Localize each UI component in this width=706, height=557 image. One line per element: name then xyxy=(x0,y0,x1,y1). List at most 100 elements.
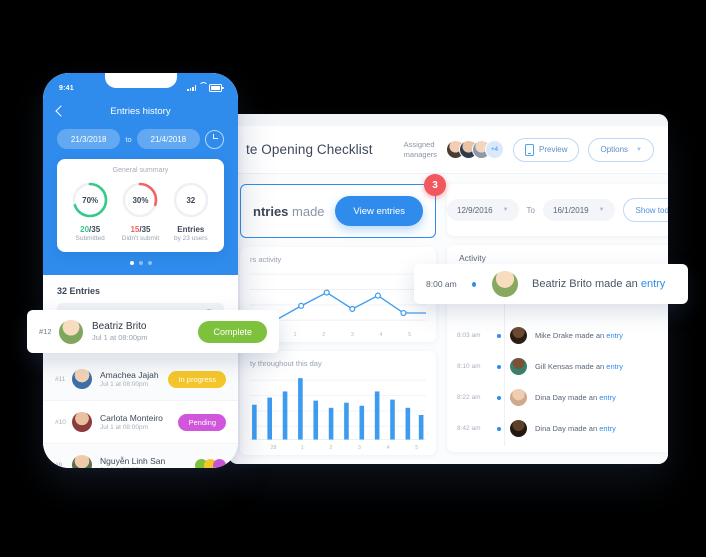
show-today-button[interactable]: Show today xyxy=(622,198,668,222)
x-tick: 5 xyxy=(408,332,412,339)
avatar xyxy=(72,455,92,468)
timeline-dot-icon xyxy=(497,426,501,431)
entry-number: #11 xyxy=(55,375,66,383)
activity-entry-link[interactable]: entry xyxy=(599,424,616,433)
entry-number: #12 xyxy=(39,327,52,336)
status-badge-complete[interactable]: Complete xyxy=(198,320,267,343)
list-item[interactable]: #10 Carlota Monteiro Jul 1 at 08:00pm Pe… xyxy=(43,401,238,444)
timeline-dot-icon xyxy=(472,281,476,287)
activity-action: made an xyxy=(572,331,607,340)
phone-date-range-row: 21/3/2018 to 21/4/2018 xyxy=(43,123,238,159)
carousel-dot[interactable] xyxy=(138,261,143,265)
avatar xyxy=(59,319,83,344)
entries-made-card: ntries made View entries 3 xyxy=(240,174,446,238)
activity-row[interactable]: 8:42 am Dina Day made an entry xyxy=(447,413,668,444)
highlighted-activity-row[interactable]: 8:00 am Beatriz Brito made an entry xyxy=(414,264,688,304)
avatar xyxy=(72,412,92,432)
timeline-dot-icon xyxy=(497,333,501,338)
avatar xyxy=(492,271,518,297)
x-tick xyxy=(338,445,352,451)
phone-entries-list-section: 32 Entries #11 Amachea Jajah Jul 1 at 08… xyxy=(43,275,238,468)
app-content: ntries made View entries 3 rs activity 1… xyxy=(228,174,668,456)
summary-value-rest: /35 xyxy=(89,225,101,234)
x-tick: 3 xyxy=(350,332,354,339)
date-from-select[interactable]: 12/9/2016 ▼ xyxy=(447,199,519,221)
highlighted-entry-row[interactable]: #12 Beatriz Brito Jul 1 at 08:00pm Compl… xyxy=(27,310,279,353)
avatar xyxy=(510,327,527,344)
summary-item-entries: 32 Entries by 23 users xyxy=(166,180,216,242)
phone-device: 9:41 Entries history 21/3/2018 to 21/4/2… xyxy=(43,73,238,468)
x-tick: 2 xyxy=(329,445,333,452)
activity-action: made an xyxy=(591,278,641,290)
activity-entry-link[interactable]: entry xyxy=(599,393,616,402)
chevron-down-icon: ▼ xyxy=(598,207,605,213)
activity-user-name: Dina Day xyxy=(535,393,566,402)
x-tick xyxy=(309,445,323,451)
assigned-managers-avatars[interactable]: +4 xyxy=(446,140,505,159)
activity-throughout-day-chart-card: ty throughout this day 28 1 2 3 4 5 xyxy=(240,351,436,456)
carousel-dot[interactable] xyxy=(147,261,152,265)
activity-row[interactable]: 8:03 am Mike Drake made an entry xyxy=(447,320,668,351)
activity-row[interactable]: 8:10 am Gill Kensas made an entry xyxy=(447,351,668,382)
clock-icon[interactable] xyxy=(205,129,225,149)
activity-time: 8:22 am xyxy=(457,394,481,401)
status-chips xyxy=(195,458,226,468)
summary-item-didnt-submit: 30% 15/35 Didn't submit xyxy=(115,180,165,242)
summary-item-submitted: 70% 20/35 Submitted xyxy=(65,180,115,242)
activity-text: Beatriz Brito made an entry xyxy=(532,278,665,290)
x-tick: 2 xyxy=(322,332,326,339)
entry-info: Beatriz Brito Jul 1 at 08:00pm xyxy=(92,321,147,342)
status-badge: In progress xyxy=(168,370,226,388)
status-chip-purple xyxy=(213,458,226,468)
activity-time: 8:03 am xyxy=(457,332,481,339)
activity-time: 8:10 am xyxy=(457,363,481,370)
activity-throughout-day-chart-title: ty throughout this day xyxy=(250,359,322,369)
activity-user-name: Mike Drake xyxy=(535,331,573,340)
activity-entry-link[interactable]: entry xyxy=(606,362,623,371)
summary-sub-label: by 23 users xyxy=(174,235,208,242)
general-summary-title: General summary xyxy=(112,167,169,174)
date-range-to-label: To xyxy=(526,205,535,215)
options-button[interactable]: Options ▼ xyxy=(588,137,654,162)
activity-action: made an xyxy=(565,393,600,402)
donut-chart-didnt-submit: 30% xyxy=(120,180,160,220)
list-item[interactable]: #9 Nguyễn Linh San Jul 1 at 08:00pm xyxy=(43,444,238,468)
x-tick xyxy=(252,445,266,451)
preview-button[interactable]: Preview xyxy=(513,137,580,162)
x-tick xyxy=(367,445,381,451)
date-to-value: 16/1/2019 xyxy=(553,205,589,215)
status-bar-indicators xyxy=(187,84,224,92)
preview-button-label: Preview xyxy=(539,145,568,154)
view-entries-button[interactable]: View entries xyxy=(335,196,423,226)
x-tick xyxy=(281,445,295,451)
carousel-dot-active[interactable] xyxy=(129,261,134,265)
activity-time: 8:00 am xyxy=(426,279,457,289)
date-to-select[interactable]: 16/1/2019 ▼ xyxy=(543,199,615,221)
activity-time: 8:42 am xyxy=(457,425,481,432)
avatar-overflow-count: +4 xyxy=(485,140,505,159)
x-tick xyxy=(395,445,409,451)
entry-name: Amachea Jajah xyxy=(100,370,159,380)
list-item[interactable]: #11 Amachea Jajah Jul 1 at 08:00pm In pr… xyxy=(43,358,238,401)
carousel-dots[interactable] xyxy=(43,252,238,275)
phone-date-from[interactable]: 21/3/2018 xyxy=(57,129,121,149)
entry-info: Nguyễn Linh San Jul 1 at 08:00pm xyxy=(100,456,165,468)
phone-nav-bar: Entries history xyxy=(43,99,238,123)
battery-icon xyxy=(209,84,224,92)
donut-chart-entries: 32 xyxy=(171,180,211,220)
entries-made-count: ntries xyxy=(253,203,289,219)
status-badge: Pending xyxy=(178,413,226,431)
phone-screen: 9:41 Entries history 21/3/2018 to 21/4/2… xyxy=(43,73,238,468)
assigned-managers-label: Assigned managers xyxy=(403,140,438,159)
phone-date-to[interactable]: 21/4/2018 xyxy=(136,129,201,149)
activity-entry-link[interactable]: entry xyxy=(606,331,623,340)
entries-made-suffix: made xyxy=(288,203,325,219)
summary-donuts: 70% 20/35 Submitted 30% 15/35 Didn't sub… xyxy=(65,180,216,242)
activity-row[interactable]: 8:22 am Dina Day made an entry xyxy=(447,382,668,413)
activity-entry-link[interactable]: entry xyxy=(641,278,665,290)
notification-badge: 3 xyxy=(424,174,446,196)
entry-name: Beatriz Brito xyxy=(92,321,147,332)
bar-series xyxy=(252,378,424,440)
summary-sub-label: Didn't submit xyxy=(121,235,160,242)
activity-text: Gill Kensas made an entry xyxy=(535,362,623,371)
